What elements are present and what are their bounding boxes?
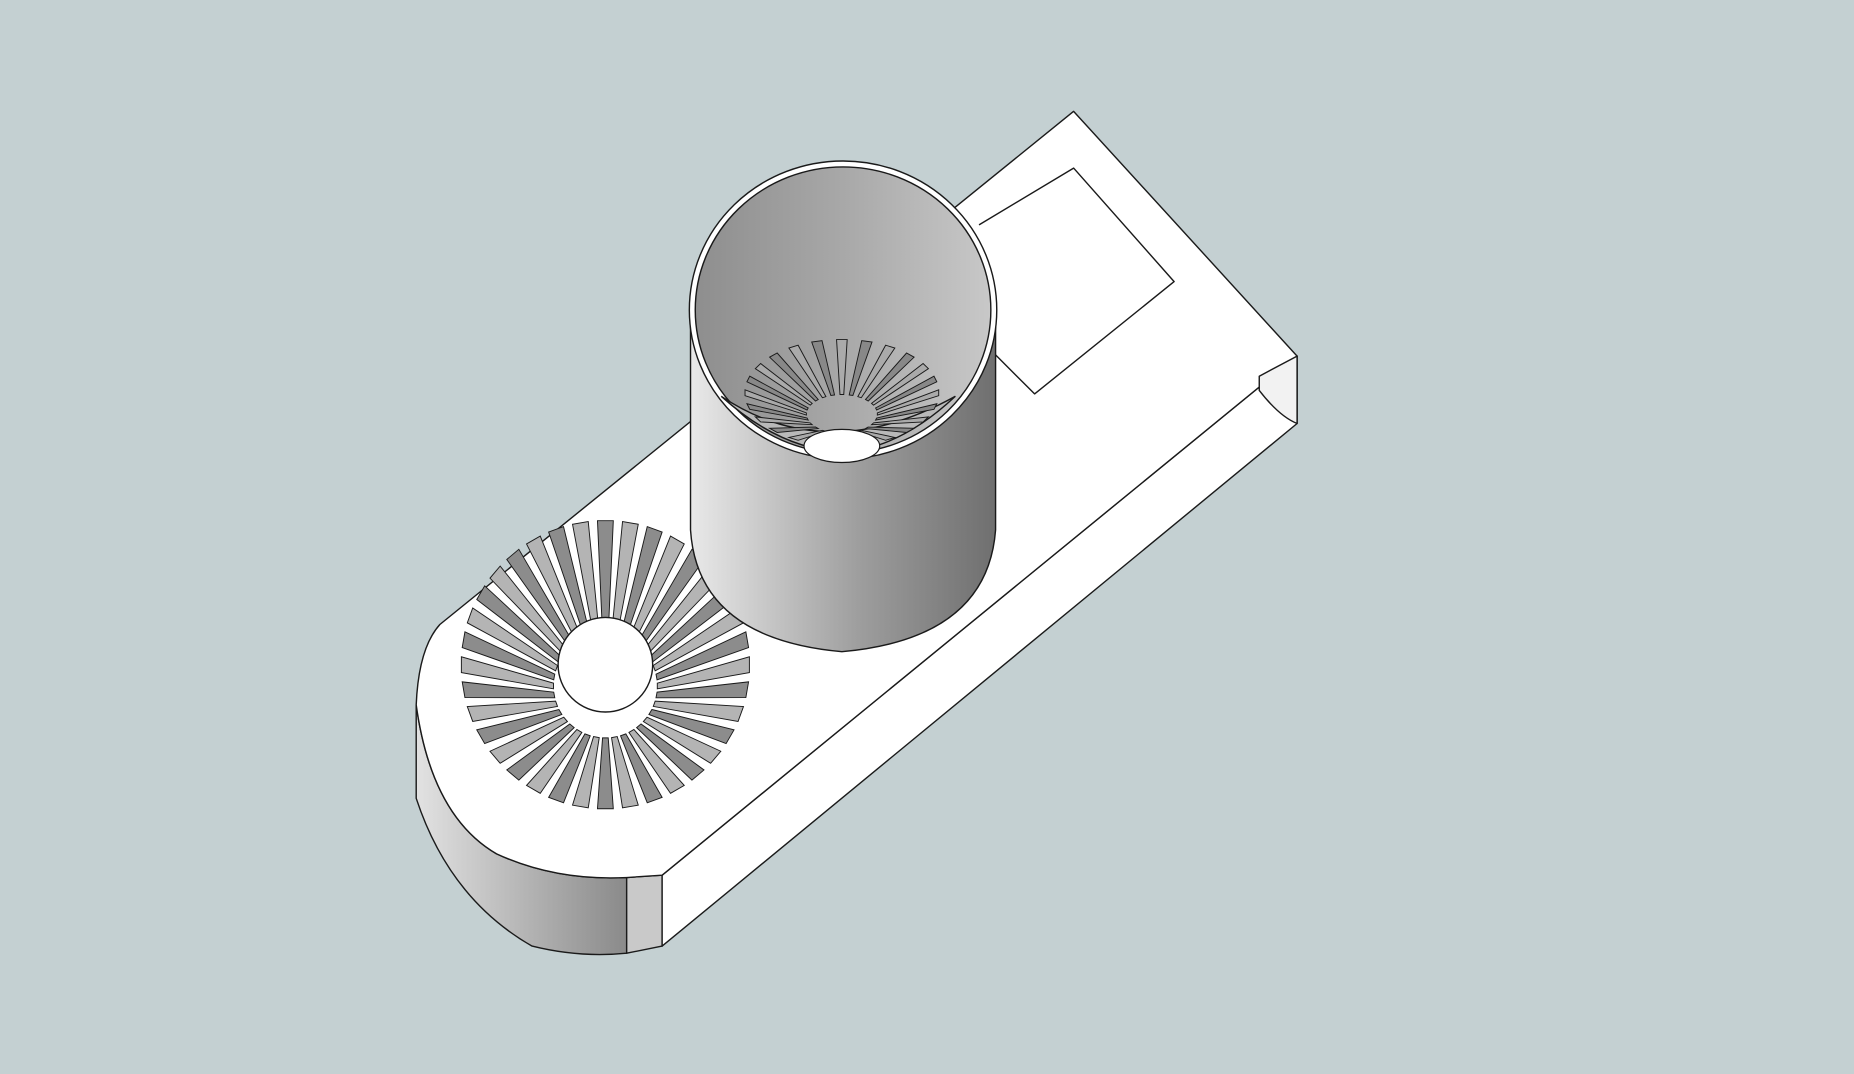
base-front-edge [625, 874, 663, 954]
model-scene[interactable] [0, 0, 1854, 1074]
3d-viewport[interactable] [0, 0, 1854, 1074]
fan-hub [557, 616, 654, 713]
cylinder-housing[interactable] [688, 160, 998, 653]
inner-hub [803, 428, 881, 464]
